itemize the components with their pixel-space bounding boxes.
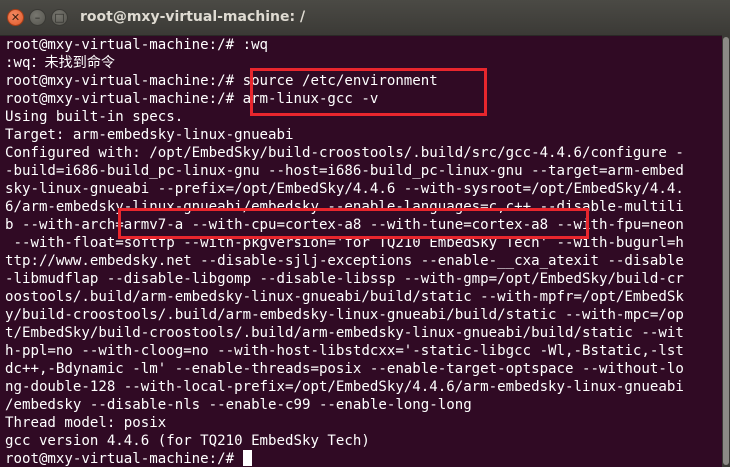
terminal-line: Target: arm-embedsky-linux-gnueabi: [5, 127, 294, 143]
terminal-line: Thread model: posix: [5, 415, 167, 431]
terminal-line: y/build-croostools/.build/arm-embedsky-l…: [5, 307, 684, 323]
terminal-line: t/EmbedSky/build-croostools/.build/arm-e…: [5, 325, 684, 341]
terminal-line: dc++,-Bdynamic -lm' --enable-threads=pos…: [5, 361, 684, 377]
terminal-line: ttp://www.embedsky.net --disable-sjlj-ex…: [5, 253, 684, 269]
terminal-line: Using built-in specs.: [5, 109, 184, 125]
terminal-line: sky-linux-gnueabi --prefix=/opt/EmbedSky…: [5, 181, 684, 197]
vertical-scrollbar[interactable]: [722, 35, 730, 467]
terminal-line: -libmudflap --disable-libgomp --disable-…: [5, 271, 684, 287]
window-controls: ✕ – □: [7, 9, 68, 26]
window-title: root@mxy-virtual-machine: /: [80, 9, 306, 25]
terminal-line: /embedsky --disable-nls --enable-c99 --e…: [5, 397, 472, 413]
terminal-line: oostools/.build/arm-embedsky-linux-gnuea…: [5, 289, 684, 305]
terminal-prompt: root@mxy-virtual-machine:/#: [5, 451, 243, 467]
terminal-line: gcc version 4.4.6 (for TQ210 EmbedSky Te…: [5, 433, 370, 449]
terminal-prompt-line[interactable]: root@mxy-virtual-machine:/#: [5, 450, 252, 467]
highlight-box-commands: [250, 68, 487, 116]
terminal-line: :wq：未找到命令: [5, 55, 116, 71]
close-icon[interactable]: ✕: [7, 9, 24, 26]
window-titlebar[interactable]: ✕ – □ root@mxy-virtual-machine: /: [0, 0, 730, 36]
highlight-box-arch-flags: [118, 208, 589, 239]
terminal-line: ng-double-128 --with-local-prefix=/opt/E…: [5, 379, 684, 395]
scrollbar-thumb[interactable]: [723, 37, 729, 465]
terminal-line: -build=i686-build_pc-linux-gnu --host=i6…: [5, 163, 684, 179]
terminal-line: root@mxy-virtual-machine:/# :wq: [5, 37, 269, 53]
minimize-icon[interactable]: –: [29, 9, 46, 26]
terminal-cursor: [242, 450, 252, 466]
maximize-icon[interactable]: □: [51, 9, 68, 26]
terminal-line: h-ppl=no --with-cloog=no --with-host-lib…: [5, 343, 684, 359]
terminal-line: Configured with: /opt/EmbedSky/build-cro…: [5, 145, 684, 161]
